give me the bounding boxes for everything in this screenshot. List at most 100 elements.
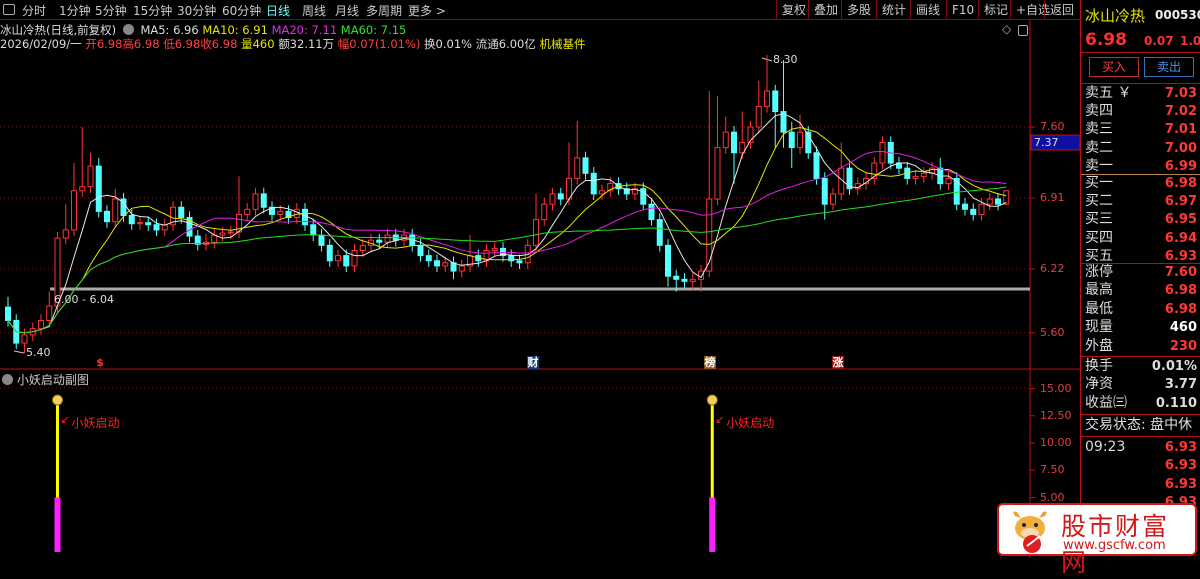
candle[interactable] (549, 187, 556, 211)
candle[interactable] (516, 254, 523, 270)
tool-button[interactable]: 多股 (841, 0, 876, 20)
candle[interactable] (326, 239, 333, 267)
period-tab[interactable]: 30分钟 (177, 2, 216, 19)
candle[interactable] (483, 244, 490, 267)
candle[interactable] (533, 193, 539, 252)
candle[interactable] (120, 192, 127, 222)
candle[interactable] (574, 120, 581, 185)
candle[interactable] (582, 151, 589, 180)
panel-toggle-icon[interactable] (1018, 25, 1028, 36)
event-marker[interactable]: 涨 (832, 356, 844, 369)
candle[interactable] (458, 259, 465, 278)
candle[interactable] (351, 244, 358, 273)
event-marker[interactable]: $ (94, 356, 106, 369)
candle[interactable] (186, 211, 193, 243)
candle[interactable] (260, 187, 267, 214)
candle[interactable] (500, 242, 506, 262)
period-tab[interactable]: 月线 (335, 2, 359, 19)
event-marker[interactable]: 财 (527, 356, 539, 369)
candle[interactable] (557, 187, 564, 206)
candle[interactable] (920, 167, 927, 183)
candle[interactable] (764, 54, 770, 113)
candle[interactable] (714, 96, 721, 206)
candle[interactable] (104, 205, 110, 228)
candle[interactable] (153, 218, 160, 237)
candle[interactable] (79, 127, 86, 197)
candle[interactable] (244, 203, 251, 221)
period-tab[interactable]: 更多 > (408, 2, 446, 19)
period-tab[interactable]: 1分钟 (59, 2, 91, 19)
period-tab[interactable]: 日线 (266, 2, 290, 19)
candle[interactable] (302, 203, 308, 231)
tool-button[interactable]: 标记 (978, 0, 1013, 20)
candle[interactable] (962, 198, 968, 216)
period-tab[interactable]: 5分钟 (95, 2, 127, 19)
candle[interactable] (945, 172, 952, 190)
sell-button[interactable]: 卖出 (1144, 57, 1194, 77)
candle[interactable] (384, 228, 391, 249)
candle[interactable] (1003, 190, 1010, 205)
candle[interactable] (846, 161, 853, 195)
candle[interactable] (995, 192, 1001, 211)
candle[interactable] (112, 188, 119, 228)
candle[interactable] (896, 156, 902, 175)
buy-button[interactable]: 买入 (1089, 57, 1139, 77)
event-marker[interactable]: 榜 (704, 356, 716, 369)
tool-button[interactable]: 叠加 (808, 0, 843, 20)
candle[interactable] (590, 167, 597, 201)
candle[interactable] (450, 256, 457, 280)
period-tab[interactable]: 15分钟 (133, 2, 172, 19)
candle[interactable] (912, 170, 919, 185)
tool-button[interactable]: 复权 (776, 0, 811, 20)
candle[interactable] (656, 213, 663, 252)
candle[interactable] (170, 201, 176, 231)
candle[interactable] (335, 249, 341, 267)
candle[interactable] (161, 218, 168, 237)
candle[interactable] (953, 172, 960, 211)
kline-chart[interactable] (0, 0, 1080, 558)
candle[interactable] (689, 273, 696, 290)
sector-link[interactable]: 机械基件 (540, 37, 586, 51)
candle[interactable] (640, 182, 647, 211)
candle[interactable] (285, 205, 292, 224)
candle[interactable] (95, 157, 102, 218)
tool-button[interactable]: 画线 (910, 0, 945, 20)
tool-button[interactable]: F10 (946, 0, 979, 20)
candle[interactable] (62, 204, 69, 245)
candle[interactable] (805, 125, 812, 159)
tool-button[interactable]: 返回 (1044, 0, 1079, 20)
candle[interactable] (722, 116, 729, 154)
candle[interactable] (269, 201, 275, 221)
candle[interactable] (706, 90, 713, 278)
candle[interactable] (318, 228, 325, 252)
candle[interactable] (879, 136, 886, 170)
candle[interactable] (937, 157, 944, 190)
candle[interactable] (541, 198, 548, 226)
candle[interactable] (665, 239, 671, 287)
period-tab[interactable]: 60分钟 (222, 2, 261, 19)
period-tab[interactable]: 多周期 (366, 2, 402, 19)
candle[interactable] (38, 314, 44, 335)
tool-button[interactable]: 统计 (876, 0, 911, 20)
period-tab[interactable]: 分时 (22, 2, 46, 19)
candle[interactable] (871, 156, 878, 185)
dropdown-icon[interactable] (122, 24, 134, 35)
candle[interactable] (830, 187, 836, 211)
candle[interactable] (755, 80, 762, 134)
candle[interactable] (491, 242, 498, 257)
candle[interactable] (986, 192, 993, 211)
candle[interactable] (252, 187, 259, 216)
candle[interactable] (203, 234, 209, 251)
candle[interactable] (211, 228, 218, 249)
diamond-icon[interactable]: ◇ (1002, 22, 1011, 36)
candle[interactable] (425, 249, 432, 267)
collapse-icon[interactable] (2, 374, 13, 385)
candle[interactable] (194, 229, 201, 251)
period-tab[interactable]: 周线 (302, 2, 326, 19)
candle[interactable] (681, 273, 688, 288)
layout-toggle-icon[interactable] (3, 4, 15, 15)
candle[interactable] (137, 216, 143, 230)
candle[interactable] (71, 163, 77, 237)
candle[interactable] (970, 203, 977, 221)
candle[interactable] (797, 114, 803, 154)
